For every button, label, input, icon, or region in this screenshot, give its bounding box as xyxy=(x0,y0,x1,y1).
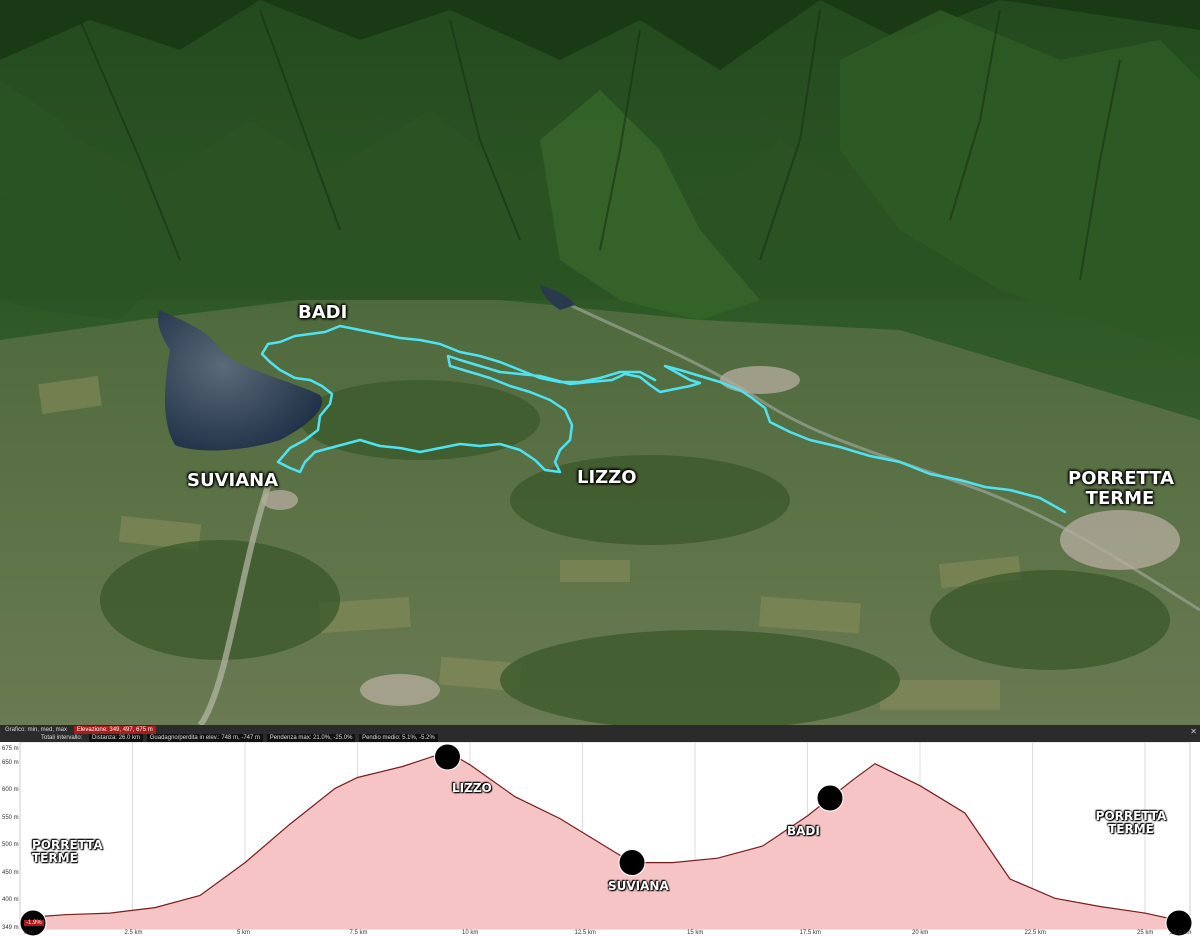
profile-label-lizzo: LIZZO xyxy=(452,781,492,795)
y-tick-label: 500 m xyxy=(2,842,19,849)
y-tick-label: 675 m xyxy=(2,746,19,752)
x-tick-label: 0 m xyxy=(24,930,35,936)
satellite-map[interactable]: BADI SUVIANA LIZZO PORRETTA TERME xyxy=(0,0,1200,725)
avg-slope-stat: Pendio medio: 5.1%, -5.2% xyxy=(359,734,438,742)
y-tick-label: 349 m xyxy=(2,925,19,931)
x-tick-label: 12.5 km xyxy=(574,930,596,936)
x-tick-label: 20 km xyxy=(912,930,929,936)
map-label-badi: BADI xyxy=(298,302,348,323)
x-tick-label: 15 km xyxy=(687,930,704,936)
waypoint-marker xyxy=(618,849,646,877)
elevation-chart-svg xyxy=(19,742,1193,937)
terrain-canvas xyxy=(0,0,1200,725)
profile-label-suviana: SUVIANA xyxy=(608,879,669,893)
graph-mode-label: Grafico: min, med, max xyxy=(5,727,68,733)
grade-tag: -1.9% xyxy=(24,920,44,926)
profile-label-porretta-end: PORRETTA TERME xyxy=(1095,809,1167,836)
totals-label: Totali intervallo: xyxy=(41,735,83,741)
max-slope-stat: Pendenza max: 21.0%, -25.0% xyxy=(266,734,356,742)
close-icon[interactable]: ✕ xyxy=(1190,727,1197,736)
x-tick-label: 2.5 km xyxy=(124,930,143,936)
y-tick-label: 600 m xyxy=(2,787,19,794)
x-tick-label: 7.5 km xyxy=(349,930,368,936)
profile-label-porretta-start: PORRETTA TERME xyxy=(32,838,103,865)
y-tick-label: 550 m xyxy=(2,814,19,821)
profile-stats-bar: Grafico: min, med, max Elevazione: 349, … xyxy=(0,725,1200,742)
map-label-porretta-terme: PORRETTA TERME xyxy=(1068,468,1175,509)
y-tick-label: 650 m xyxy=(2,759,19,766)
x-tick-label: 5 km xyxy=(237,930,251,936)
distance-stat: Distanza: 26.0 km xyxy=(89,734,144,742)
waypoint-marker xyxy=(434,743,461,771)
y-tick-label: 450 m xyxy=(2,869,19,876)
elevation-profile-panel[interactable]: Grafico: min, med, max Elevazione: 349, … xyxy=(0,725,1200,937)
elevation-stats: Elevazione: 349, 497, 675 m xyxy=(73,726,156,734)
waypoint-marker xyxy=(816,784,844,812)
x-tick-label: 25 km xyxy=(1137,930,1154,936)
profile-label-badi: BADI xyxy=(787,824,820,838)
map-label-lizzo: LIZZO xyxy=(577,467,637,488)
x-tick-label: 26.0 km xyxy=(1170,930,1192,936)
x-tick-label: 22.5 km xyxy=(1024,930,1046,936)
map-label-suviana: SUVIANA xyxy=(187,470,279,491)
x-tick-label: 17.5 km xyxy=(799,930,821,936)
y-tick-label: 400 m xyxy=(2,896,19,903)
x-tick-label: 10 km xyxy=(462,930,479,936)
elevation-gain-stat: Guadagno/perdita in elev.: 748 m, -747 m xyxy=(146,734,264,742)
elevation-chart[interactable]: 675 m 650 m 600 m 550 m 500 m 450 m 400 m 349 m… xyxy=(0,742,1200,937)
